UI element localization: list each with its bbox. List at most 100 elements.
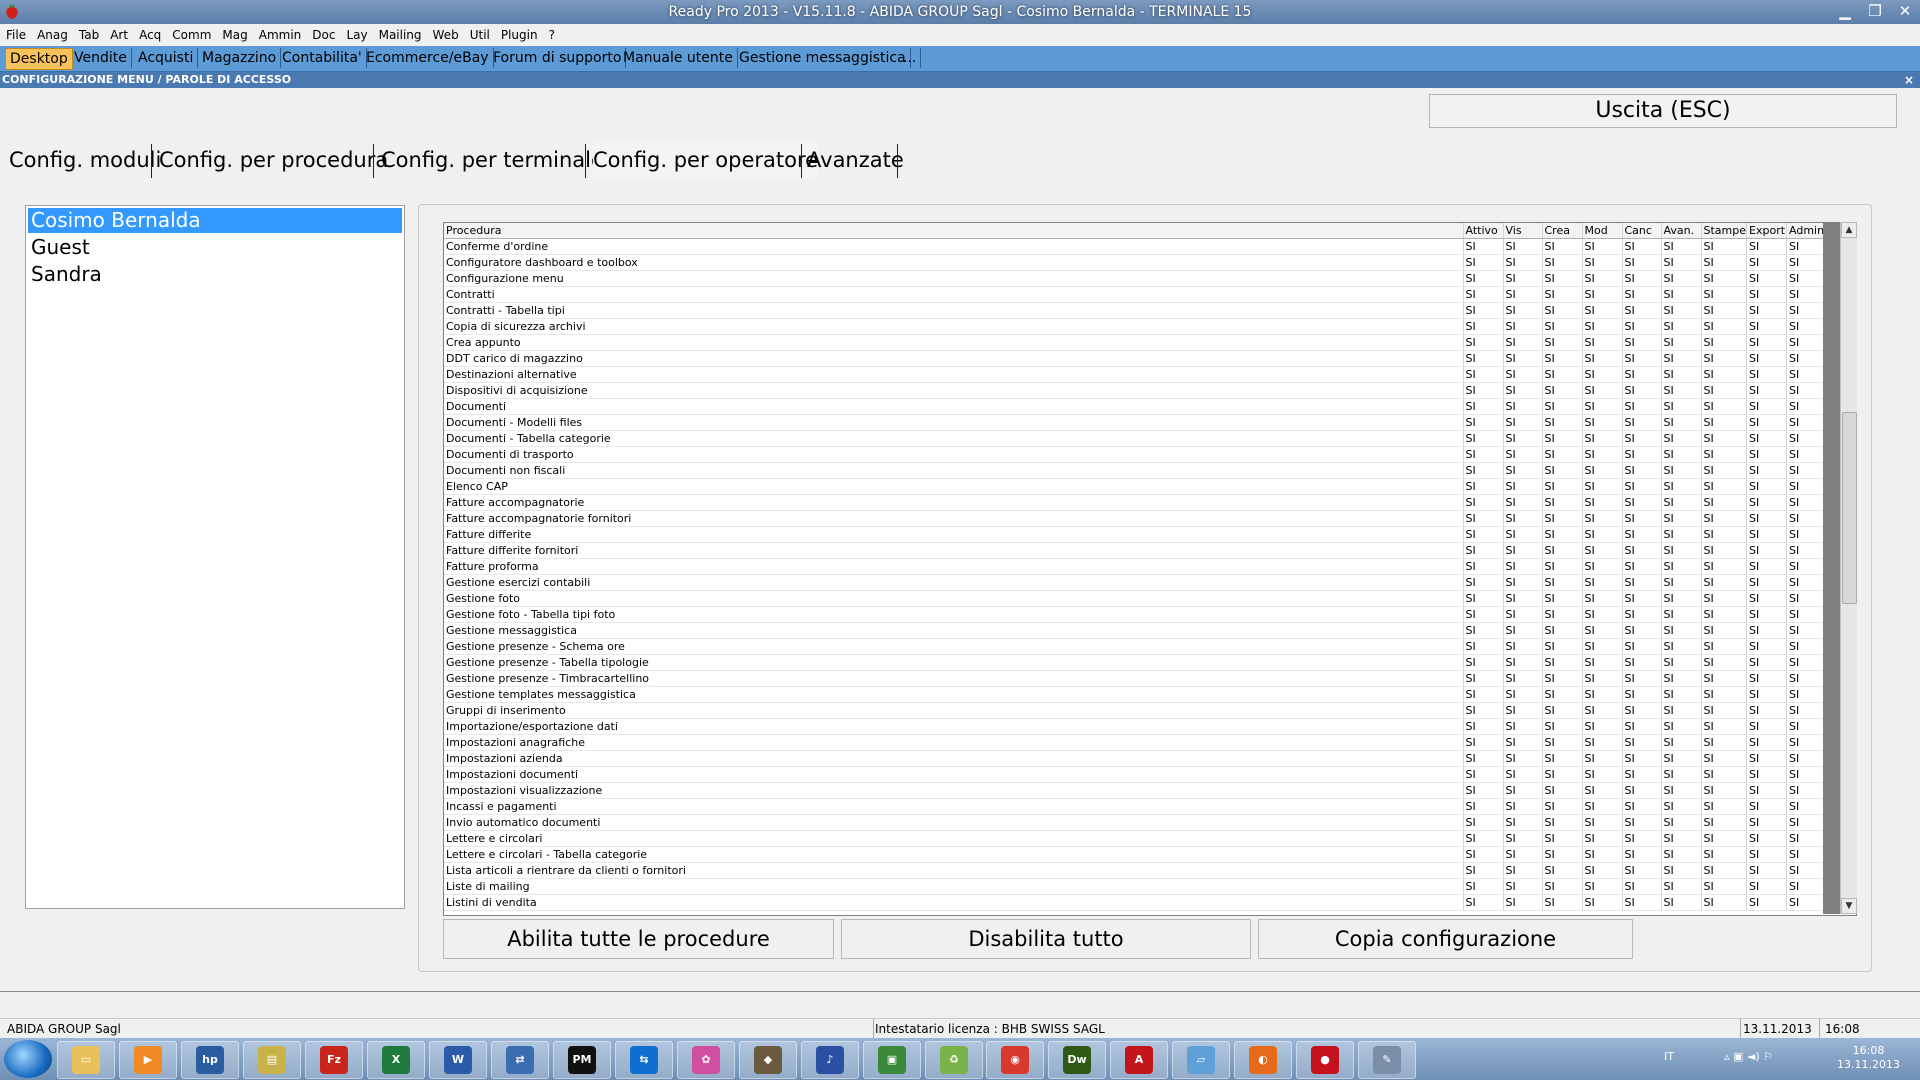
permission-cell[interactable]: SI	[1582, 286, 1623, 303]
itunes-taskbar-button[interactable]: ♪	[801, 1041, 859, 1079]
permission-cell[interactable]: SI	[1661, 254, 1702, 271]
permission-cell[interactable]: SI	[1542, 318, 1583, 335]
paint-taskbar-button[interactable]: ✎	[1358, 1041, 1416, 1079]
permission-cell[interactable]: SI	[1786, 830, 1826, 847]
permission-cell[interactable]: SI	[1582, 766, 1623, 783]
chrome-taskbar-button[interactable]: ◉	[986, 1041, 1044, 1079]
permission-cell[interactable]: SI	[1503, 270, 1543, 287]
permission-cell[interactable]: SI	[1701, 718, 1748, 735]
permission-cell[interactable]: SI	[1463, 894, 1504, 911]
permission-cell[interactable]: SI	[1786, 766, 1826, 783]
clock[interactable]: 16:08 13.11.2013	[1837, 1044, 1900, 1072]
permission-cell[interactable]: SI	[1661, 878, 1702, 895]
permission-cell[interactable]: SI	[1622, 654, 1662, 671]
permission-cell[interactable]: SI	[1622, 334, 1662, 351]
permission-cell[interactable]: SI	[1661, 446, 1702, 463]
permission-cell[interactable]: SI	[1622, 670, 1662, 687]
permission-cell[interactable]: SI	[1582, 686, 1623, 703]
table-row[interactable]: Dispositivi di acquisizione SI SI SI SI SI SI S…	[444, 382, 1826, 399]
permission-cell[interactable]: SI	[1746, 238, 1788, 255]
quick-tab-contabilita[interactable]: Contabilita'	[278, 48, 367, 68]
permission-cell[interactable]: SI	[1542, 590, 1583, 607]
permission-cell[interactable]: SI	[1701, 382, 1748, 399]
permission-cell[interactable]: SI	[1661, 526, 1702, 543]
permission-cell[interactable]: SI	[1701, 478, 1748, 495]
permission-cell[interactable]: SI	[1661, 286, 1702, 303]
permission-cell[interactable]: SI	[1786, 574, 1826, 591]
quick-tab-forum-di-supporto[interactable]: Forum di supporto	[489, 48, 627, 68]
permission-cell[interactable]: SI	[1542, 894, 1583, 911]
permission-cell[interactable]: SI	[1661, 478, 1702, 495]
table-row[interactable]: Fatture accompagnatorie fornitori SI SI SI S…	[444, 510, 1826, 527]
permission-cell[interactable]: SI	[1786, 606, 1826, 623]
permission-cell[interactable]: SI	[1542, 334, 1583, 351]
permission-cell[interactable]: SI	[1661, 510, 1702, 527]
operator-list[interactable]: Cosimo Bernalda Guest Sandra	[25, 205, 405, 909]
permission-cell[interactable]: SI	[1582, 526, 1623, 543]
permission-cell[interactable]: SI	[1542, 350, 1583, 367]
operator-item[interactable]: Cosimo Bernalda	[28, 208, 402, 233]
permission-cell[interactable]: SI	[1622, 270, 1662, 287]
permission-cell[interactable]: SI	[1701, 782, 1748, 799]
permission-cell[interactable]: SI	[1661, 830, 1702, 847]
permission-cell[interactable]: SI	[1746, 654, 1788, 671]
permission-cell[interactable]: SI	[1622, 430, 1662, 447]
permission-cell[interactable]: SI	[1622, 398, 1662, 415]
table-row[interactable]: Copia di sicurezza archivi SI SI SI SI SI SI SI…	[444, 318, 1826, 335]
permission-cell[interactable]: SI	[1661, 238, 1702, 255]
permission-cell[interactable]: SI	[1463, 702, 1504, 719]
scroll-thumb[interactable]	[1842, 412, 1857, 604]
permission-cell[interactable]: SI	[1542, 606, 1583, 623]
permission-cell[interactable]: SI	[1542, 366, 1583, 383]
permission-cell[interactable]: SI	[1503, 478, 1543, 495]
permission-cell[interactable]: SI	[1622, 414, 1662, 431]
permission-cell[interactable]: SI	[1622, 542, 1662, 559]
permission-cell[interactable]: SI	[1622, 766, 1662, 783]
permission-cell[interactable]: SI	[1542, 638, 1583, 655]
permission-cell[interactable]: SI	[1463, 654, 1504, 671]
permission-cell[interactable]: SI	[1622, 782, 1662, 799]
permission-cell[interactable]: SI	[1463, 862, 1504, 879]
table-row[interactable]: Gruppi di inserimento SI SI SI SI SI SI SI SI SI	[444, 702, 1826, 719]
menu-item-plugin[interactable]: Plugin	[495, 24, 543, 46]
permission-cell[interactable]: SI	[1503, 606, 1543, 623]
table-row[interactable]: Impostazioni documenti SI SI SI SI SI SI SI SI SI	[444, 766, 1826, 783]
permission-cell[interactable]: SI	[1463, 382, 1504, 399]
pm-taskbar-button[interactable]: PM	[553, 1041, 611, 1079]
permission-cell[interactable]: SI	[1746, 526, 1788, 543]
table-row[interactable]: Gestione foto - Tabella tipi foto SI SI SI S…	[444, 606, 1826, 623]
table-row[interactable]: Destinazioni alternative SI SI SI SI SI SI SI SI…	[444, 366, 1826, 383]
permission-cell[interactable]: SI	[1701, 574, 1748, 591]
permission-cell[interactable]: SI	[1542, 478, 1583, 495]
permission-cell[interactable]: SI	[1622, 734, 1662, 751]
menu-item-mailing[interactable]: Mailing	[373, 24, 427, 46]
menu-item-anag[interactable]: Anag	[31, 24, 73, 46]
permission-cell[interactable]: SI	[1746, 798, 1788, 815]
table-row[interactable]: Configurazione menu SI SI SI SI SI SI SI SI SI	[444, 270, 1826, 287]
notepad-taskbar-button[interactable]: ▱	[1172, 1041, 1230, 1079]
permission-cell[interactable]: SI	[1746, 830, 1788, 847]
permission-cell[interactable]: SI	[1542, 814, 1583, 831]
permission-cell[interactable]: SI	[1746, 398, 1788, 415]
permission-cell[interactable]: SI	[1701, 814, 1748, 831]
tray-icons[interactable]: ▵ ▣ ◄) ⚐	[1724, 1050, 1773, 1063]
permission-cell[interactable]: SI	[1746, 414, 1788, 431]
permission-cell[interactable]: SI	[1701, 734, 1748, 751]
permission-cell[interactable]: SI	[1701, 654, 1748, 671]
permission-cell[interactable]: SI	[1786, 414, 1826, 431]
permission-cell[interactable]: SI	[1701, 862, 1748, 879]
permission-cell[interactable]: SI	[1701, 398, 1748, 415]
permission-cell[interactable]: SI	[1463, 606, 1504, 623]
tab-config-moduli[interactable]: Config. moduli	[9, 142, 161, 178]
permission-cell[interactable]: SI	[1701, 798, 1748, 815]
permission-cell[interactable]: SI	[1463, 558, 1504, 575]
permission-cell[interactable]: SI	[1542, 254, 1583, 271]
explorer-taskbar-button[interactable]: ▭	[57, 1041, 115, 1079]
permission-cell[interactable]: SI	[1786, 478, 1826, 495]
column-header[interactable]: Admin	[1786, 223, 1826, 239]
scroll-up-icon[interactable]: ▲	[1841, 222, 1857, 238]
permission-cell[interactable]: SI	[1786, 654, 1826, 671]
permission-cell[interactable]: SI	[1542, 430, 1583, 447]
permission-cell[interactable]: SI	[1582, 798, 1623, 815]
permission-cell[interactable]: SI	[1463, 366, 1504, 383]
